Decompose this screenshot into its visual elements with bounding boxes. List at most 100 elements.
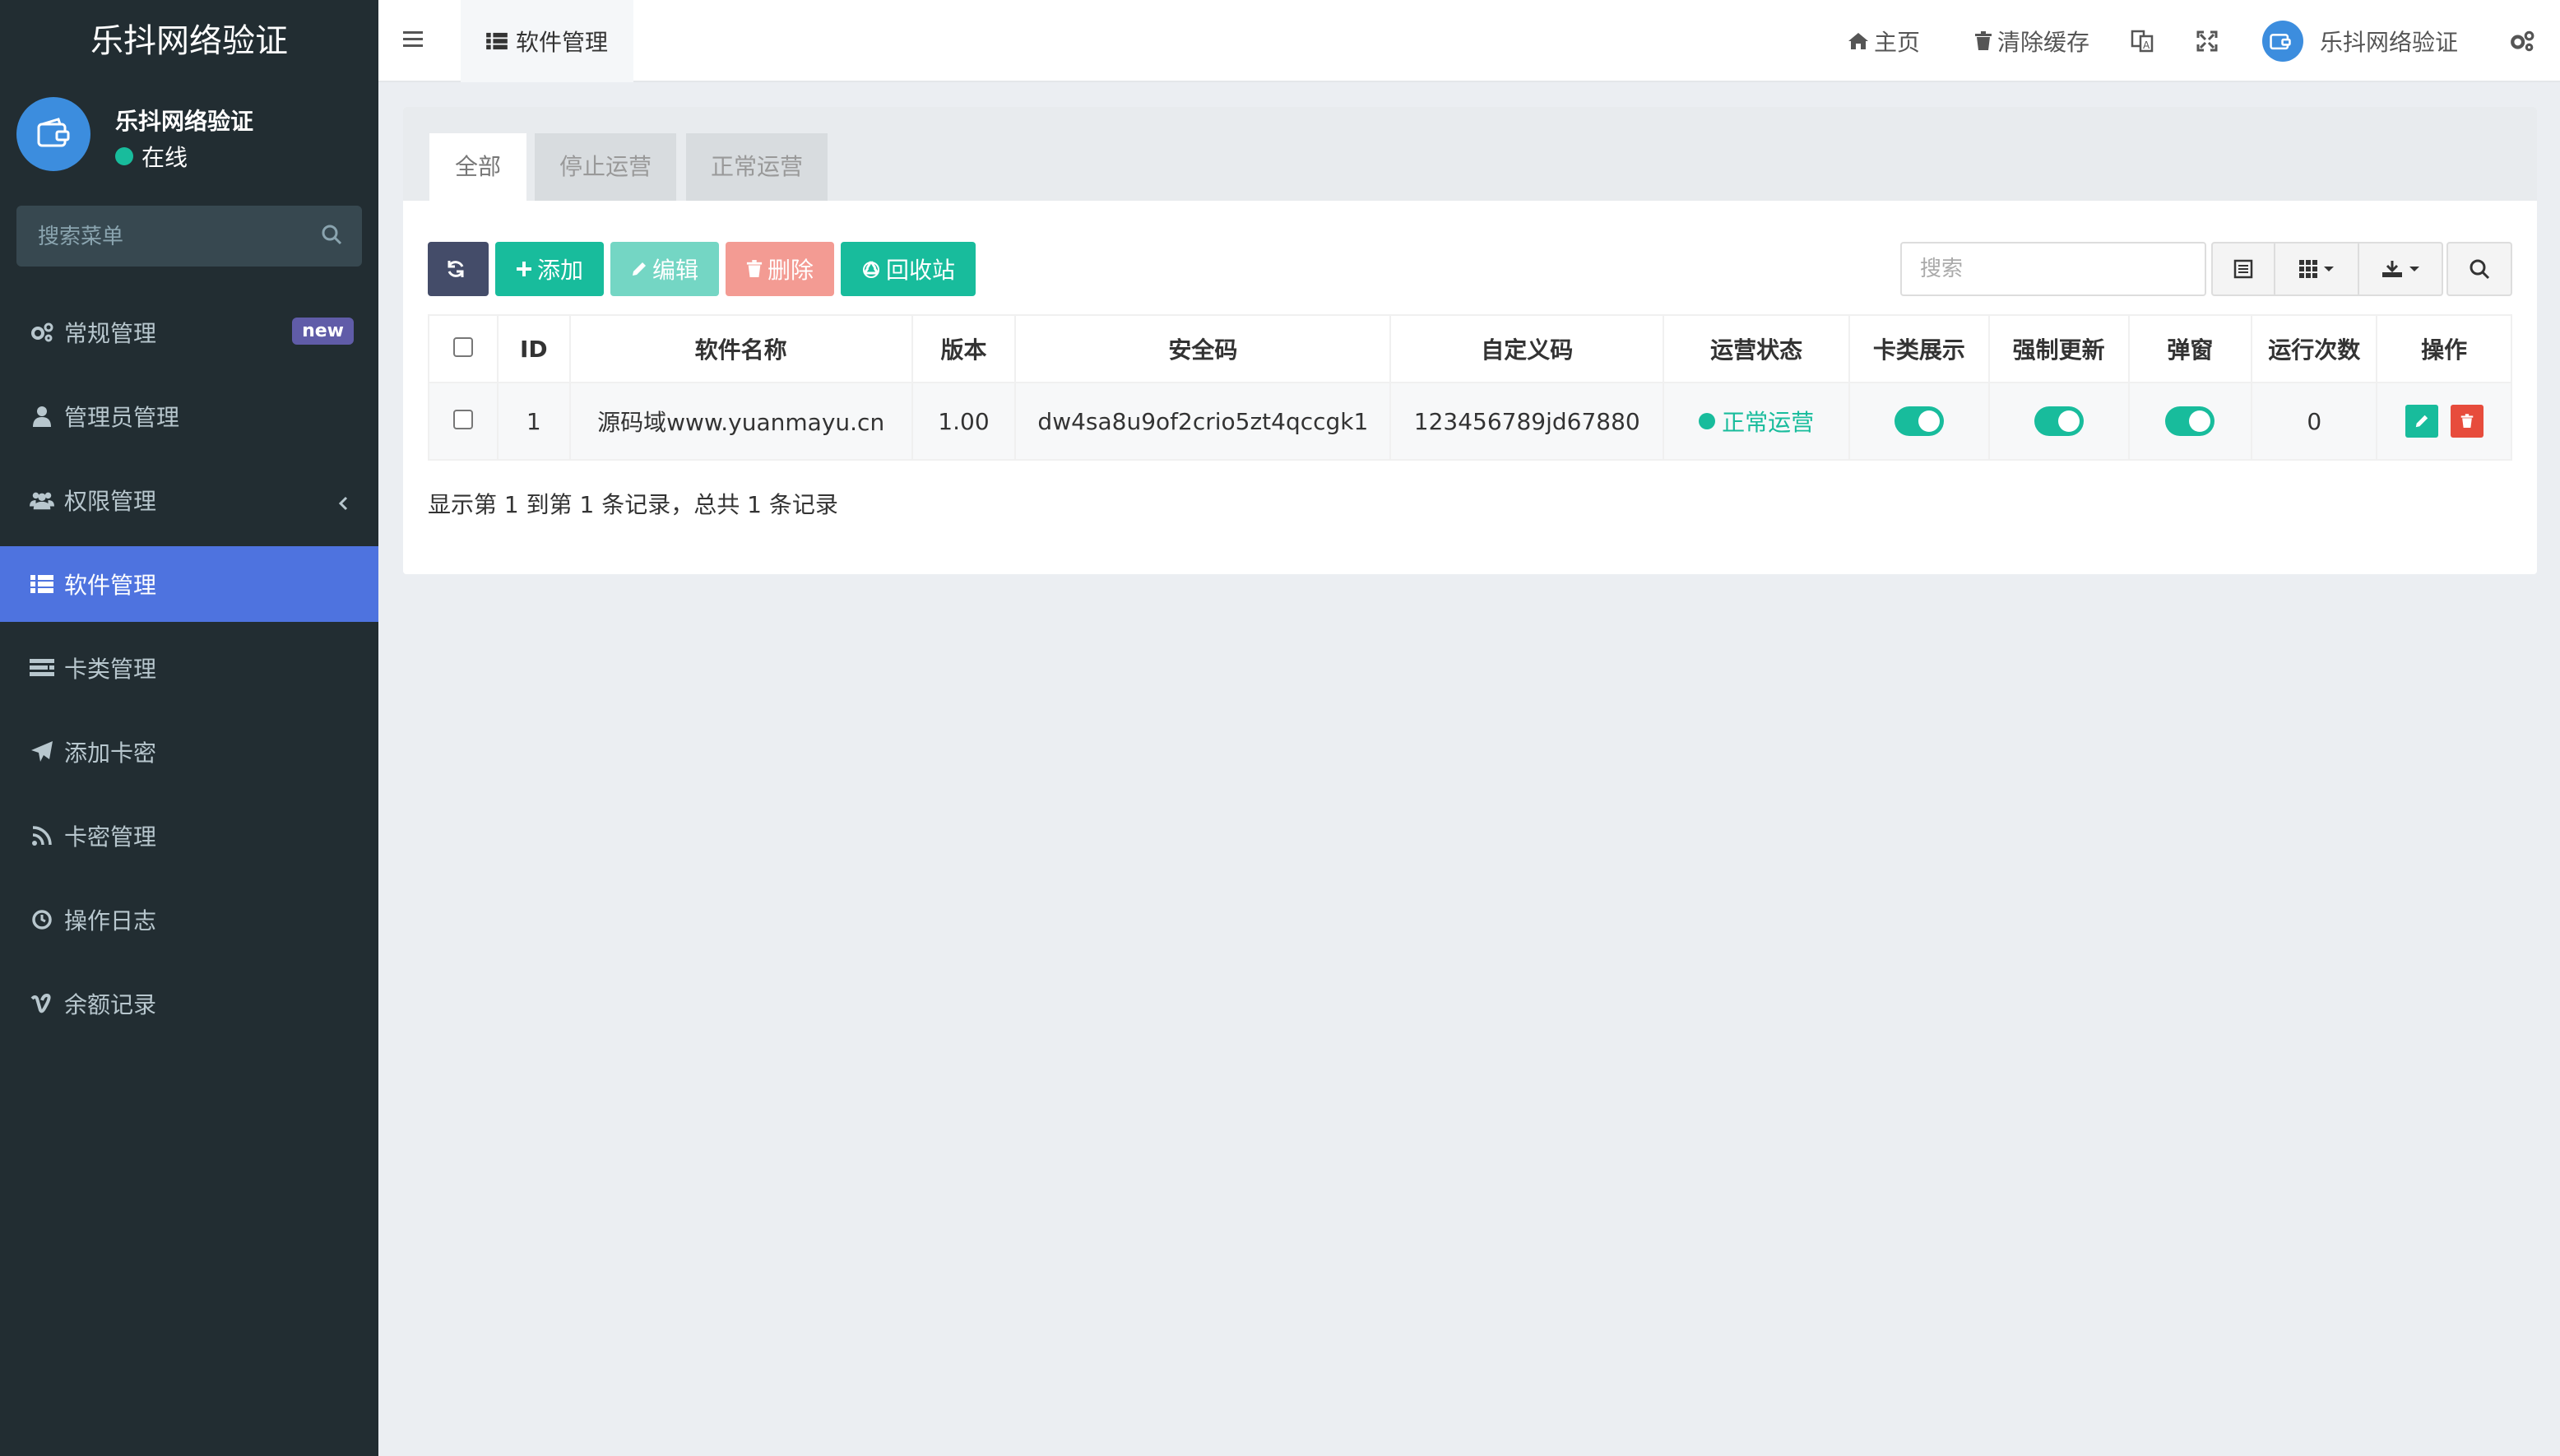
brand-logo[interactable]: 乐抖网络验证 [0, 0, 378, 82]
refresh-icon [446, 259, 466, 279]
home-link[interactable]: 主页 [1848, 0, 1920, 82]
trash-icon [746, 260, 763, 278]
force-update-toggle[interactable] [2034, 406, 2084, 436]
menu-search [16, 206, 362, 267]
column-header[interactable]: ID [498, 315, 570, 383]
cell-status: 正常运营 [1663, 383, 1849, 460]
user-status-label: 在线 [141, 140, 188, 173]
pencil-icon [631, 261, 647, 277]
list-icon [30, 572, 54, 596]
column-header[interactable]: 自定义码 [1390, 315, 1663, 383]
select-all-checkbox[interactable] [453, 337, 473, 357]
row-edit-button[interactable] [2405, 405, 2438, 438]
search-button[interactable] [2446, 242, 2512, 296]
caret-down-icon [2409, 265, 2420, 273]
column-header[interactable]: 强制更新 [1989, 315, 2129, 383]
recycle-bin-button[interactable]: 回收站 [841, 242, 976, 296]
popup-toggle[interactable] [2165, 406, 2214, 436]
fullscreen-icon[interactable] [2196, 0, 2223, 82]
table-view-controls [2213, 242, 2443, 296]
sidebar-menu: 常规管理 new 管理员管理 权限管理 软件管理 卡类管理 添加卡密 卡密管理 [0, 294, 378, 1050]
column-header[interactable]: 运行次数 [2252, 315, 2377, 383]
software-table: ID 软件名称 版本 安全码 自定义码 运营状态 卡类展示 强制更新 弹窗 运行… [428, 314, 2512, 461]
toolbar: 添加 编辑 删除 回收站 [428, 242, 982, 296]
card-display-toggle[interactable] [1894, 406, 1944, 436]
pagination-info: 显示第 1 到第 1 条记录，总共 1 条记录 [428, 487, 838, 520]
tab-stopped[interactable]: 停止运营 [535, 133, 676, 201]
menu-search-input[interactable] [16, 206, 319, 268]
sidebar-item-admins[interactable]: 管理员管理 [0, 378, 378, 454]
new-badge: new [292, 318, 354, 345]
plus-icon [516, 261, 532, 277]
table-view-icon [2233, 259, 2253, 279]
column-header[interactable]: 版本 [912, 315, 1016, 383]
delete-label: 删除 [768, 253, 814, 285]
translate-icon[interactable]: A [2131, 0, 2160, 82]
home-label: 主页 [1874, 25, 1920, 58]
sidebar-item-label: 余额记录 [64, 987, 156, 1020]
wallet-icon [35, 118, 72, 151]
trash-icon [2460, 414, 2474, 429]
sidebar-item-permissions[interactable]: 权限管理 [0, 462, 378, 538]
column-header[interactable]: 运营状态 [1663, 315, 1849, 383]
paper-plane-icon [30, 740, 54, 764]
refresh-button[interactable] [428, 242, 489, 296]
status-badge[interactable]: 正常运营 [1699, 405, 1814, 438]
sidebar-item-label: 卡密管理 [64, 819, 156, 852]
settings-gears-icon[interactable] [2509, 0, 2540, 82]
edit-label: 编辑 [652, 253, 698, 285]
content-panel: 全部 停止运营 正常运营 添加 编辑 删除 回收站 [403, 107, 2537, 574]
svg-text:A: A [2143, 39, 2150, 51]
table-row[interactable]: 1 源码域www.yuanmayu.cn 1.00 dw4sa8u9of2cri… [429, 383, 2511, 460]
add-button[interactable]: 添加 [495, 242, 604, 296]
cell-force-update [1989, 383, 2129, 460]
column-header[interactable]: 弹窗 [2129, 315, 2252, 383]
cell-id: 1 [498, 383, 570, 460]
trash-icon [1974, 31, 1992, 51]
sidebar-item-balance[interactable]: 余额记录 [0, 966, 378, 1041]
toggle-view-button[interactable] [2211, 242, 2275, 296]
row-delete-button[interactable] [2451, 405, 2483, 438]
row-select-cell [429, 383, 498, 460]
sidebar-item-cards[interactable]: 卡密管理 [0, 798, 378, 874]
clear-cache-link[interactable]: 清除缓存 [1974, 0, 2089, 82]
add-label: 添加 [537, 253, 583, 285]
columns-dropdown-button[interactable] [2274, 242, 2359, 296]
sidebar-item-general[interactable]: 常规管理 new [0, 294, 378, 370]
list-icon [486, 32, 508, 50]
user-panel: 乐抖网络验证 在线 [0, 82, 378, 181]
table-search-input[interactable] [1902, 243, 2193, 294]
tab-normal[interactable]: 正常运营 [686, 133, 828, 201]
grid-icon [2298, 259, 2318, 279]
menu-toggle-icon[interactable] [403, 28, 424, 53]
cell-popup [2129, 383, 2252, 460]
search-icon[interactable] [321, 224, 342, 248]
tab-all[interactable]: 全部 [429, 133, 526, 201]
sidebar-item-software[interactable]: 软件管理 [0, 546, 378, 622]
cell-version: 1.00 [912, 383, 1016, 460]
pencil-icon [2414, 414, 2429, 429]
sidebar-item-logs[interactable]: 操作日志 [0, 882, 378, 958]
column-header[interactable]: 卡类展示 [1849, 315, 1989, 383]
user-status: 在线 [115, 140, 188, 173]
gears-icon [30, 320, 54, 345]
home-icon [1848, 31, 1869, 51]
table-search [1900, 242, 2206, 296]
sidebar-item-label: 卡类管理 [64, 651, 156, 684]
delete-button[interactable]: 删除 [726, 242, 834, 296]
column-header[interactable]: 软件名称 [570, 315, 912, 383]
sidebar: 乐抖网络验证 乐抖网络验证 在线 常规管理 new 管理员管理 权限管理 [0, 0, 378, 1456]
edit-button[interactable]: 编辑 [610, 242, 719, 296]
sidebar-item-add-cards[interactable]: 添加卡密 [0, 714, 378, 790]
column-header[interactable]: 安全码 [1015, 315, 1390, 383]
row-checkbox[interactable] [453, 410, 473, 429]
user-menu[interactable]: 乐抖网络验证 [2262, 0, 2458, 82]
avatar [2262, 21, 2303, 62]
sidebar-item-label: 软件管理 [64, 568, 156, 600]
avatar [16, 97, 90, 171]
sidebar-item-card-types[interactable]: 卡类管理 [0, 630, 378, 706]
vimeo-icon [30, 991, 54, 1016]
top-header: 软件管理 主页 清除缓存 A 乐抖网络验证 [378, 0, 2560, 82]
tab-software[interactable]: 软件管理 [461, 0, 633, 82]
export-dropdown-button[interactable] [2358, 242, 2443, 296]
